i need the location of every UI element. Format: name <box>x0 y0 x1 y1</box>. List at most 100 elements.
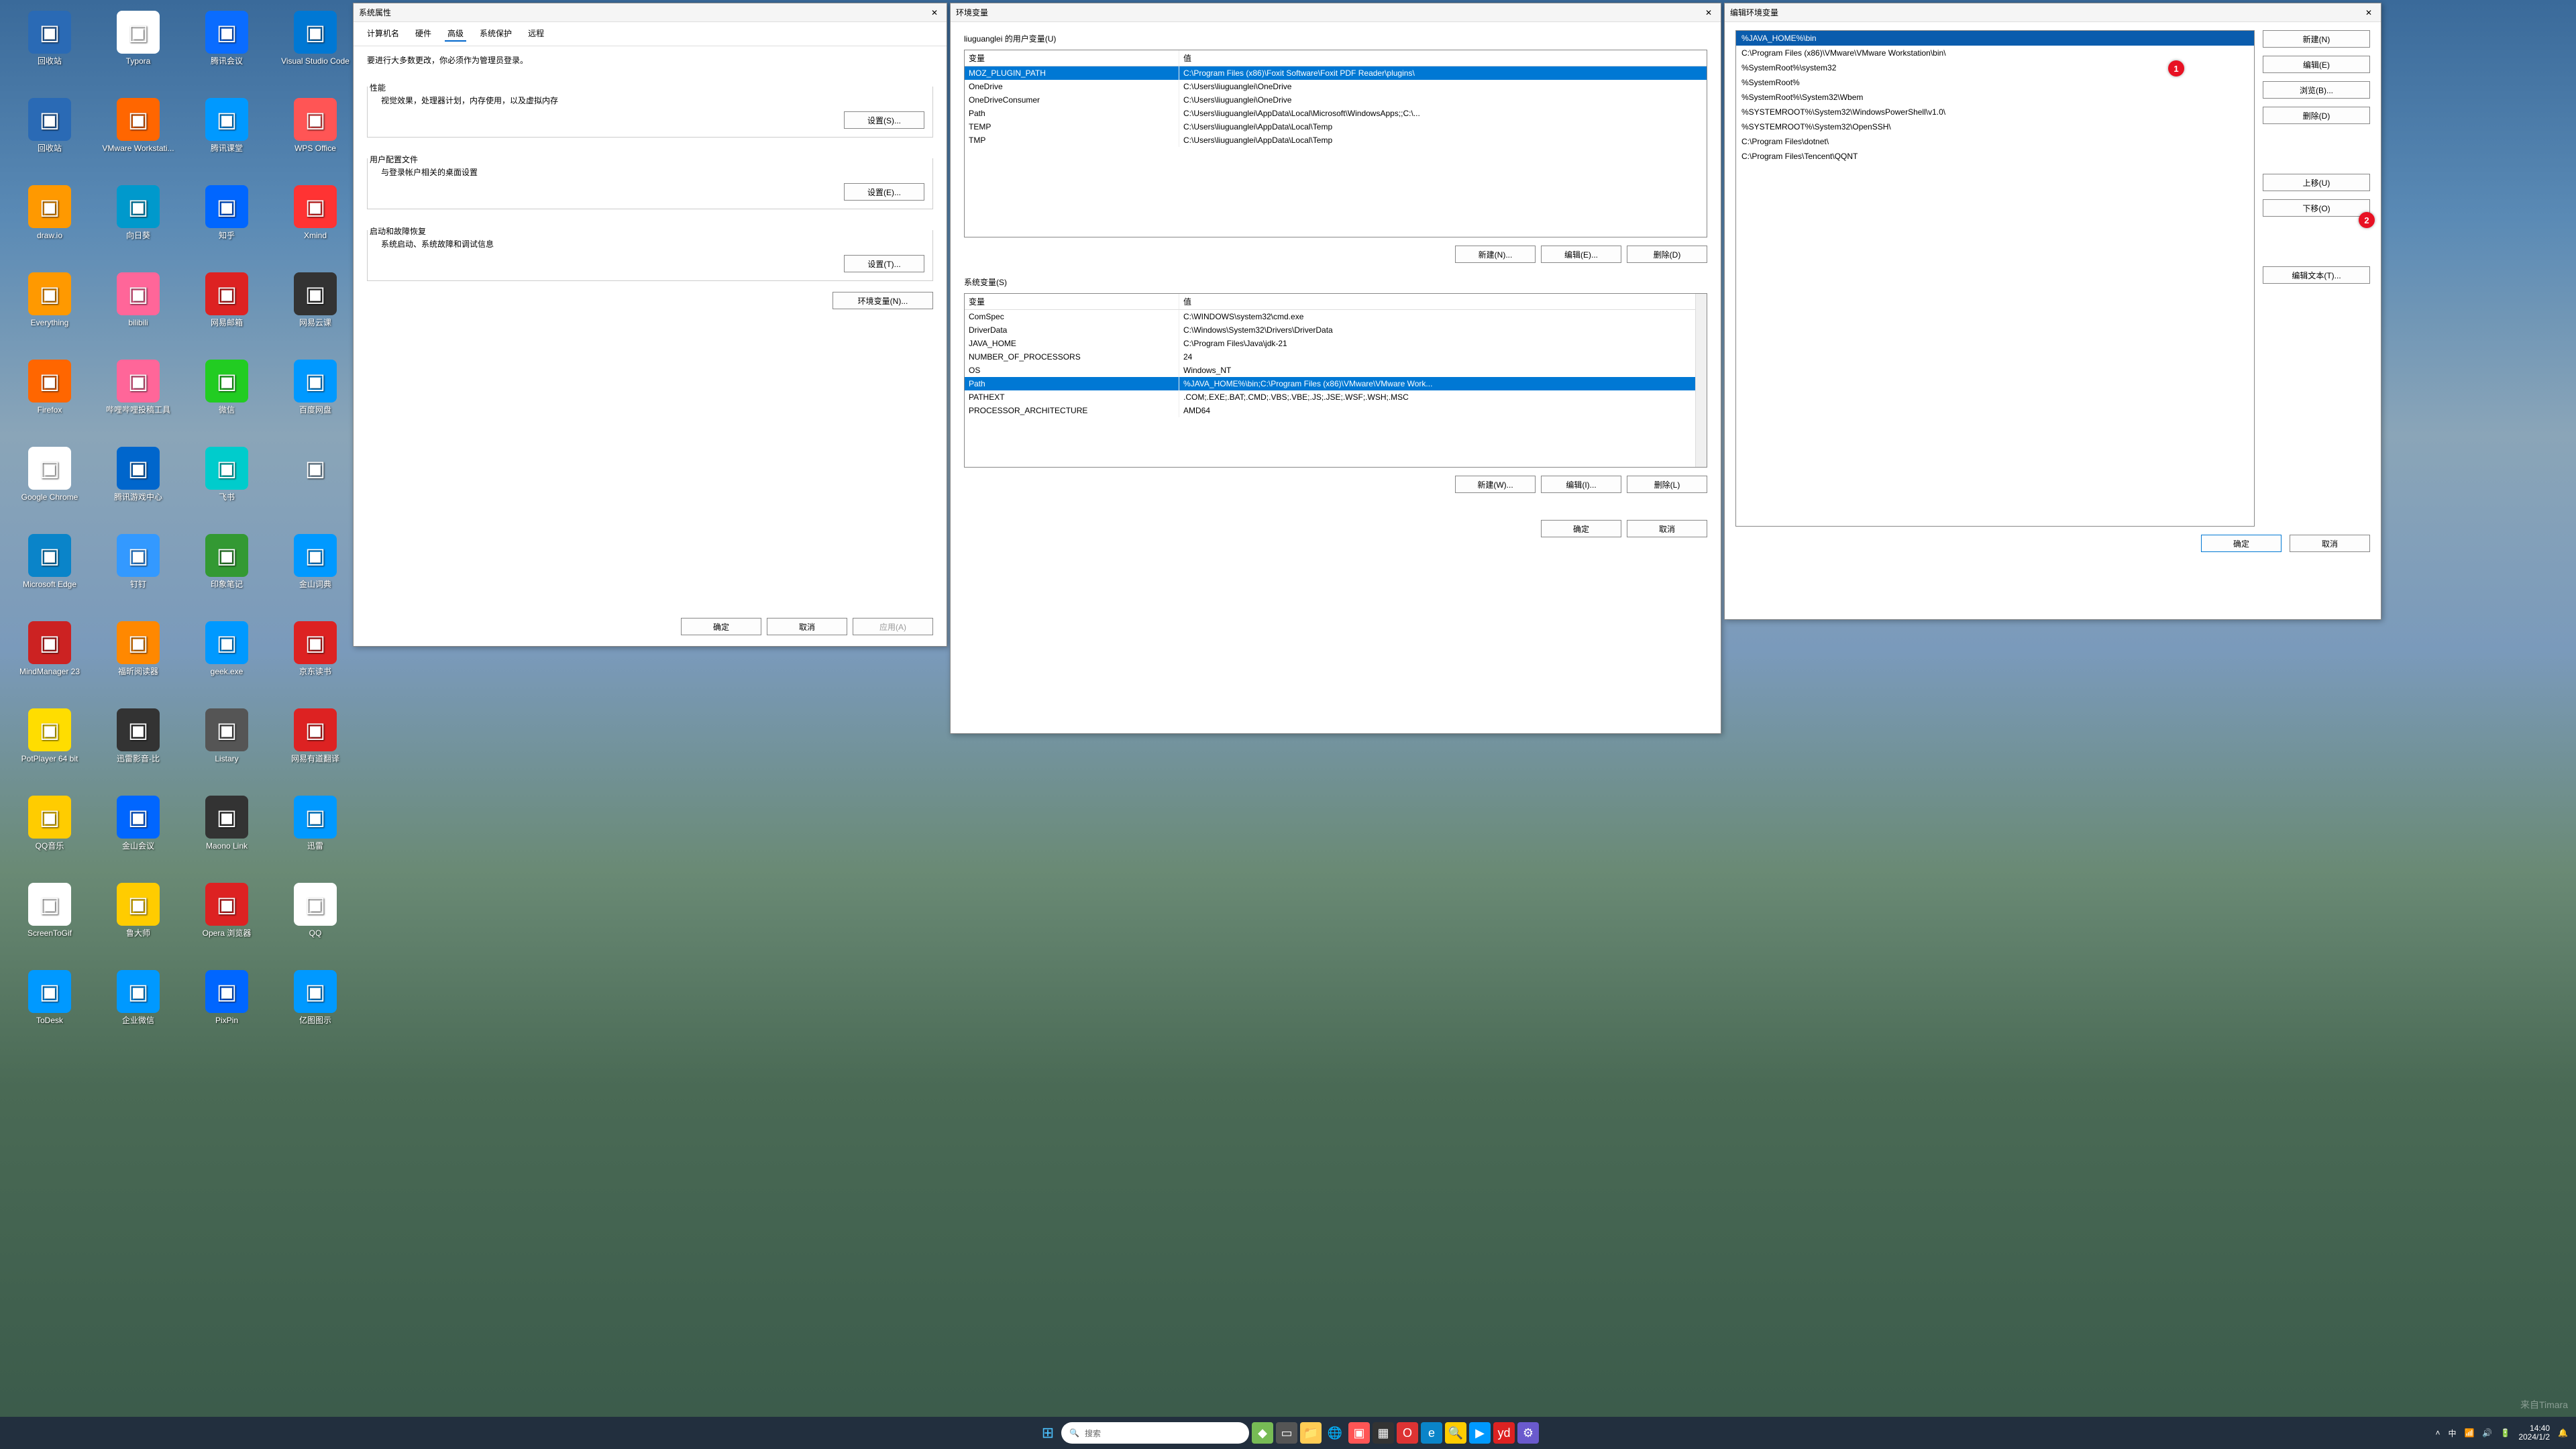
list-row[interactable]: OneDriveConsumerC:\Users\liuguanglei\One… <box>965 93 1707 107</box>
path-row[interactable]: %SystemRoot% <box>1736 75 2254 90</box>
clock[interactable]: 14:40 2024/1/2 <box>2518 1424 2550 1442</box>
desktop-icon[interactable]: ▣钉钉 <box>94 529 182 616</box>
desktop-icon[interactable]: ▣Visual Studio Code <box>271 5 360 93</box>
desktop-icon[interactable]: ▣Xmind <box>271 180 360 267</box>
desktop-icon[interactable]: ▣哔哩哔哩投稿工具 <box>94 354 182 441</box>
taskbar-app[interactable]: ◆ <box>1252 1422 1273 1444</box>
move-down-button[interactable]: 下移(O) <box>2263 199 2370 217</box>
desktop-icon[interactable]: ▣网易云课 <box>271 267 360 354</box>
taskbar-explorer[interactable]: 📁 <box>1300 1422 1322 1444</box>
list-row[interactable]: PathC:\Users\liuguanglei\AppData\Local\M… <box>965 107 1707 120</box>
desktop-icon[interactable]: ▣Firefox <box>5 354 94 441</box>
desktop-icon[interactable]: ▣draw.io <box>5 180 94 267</box>
desktop-icon[interactable]: ▣印象笔记 <box>182 529 271 616</box>
taskbar-app[interactable]: yd <box>1493 1422 1515 1444</box>
edit-text-button[interactable]: 编辑文本(T)... <box>2263 266 2370 284</box>
start-button[interactable]: ⊞ <box>1037 1422 1059 1444</box>
taskbar-edge[interactable]: e <box>1421 1422 1442 1444</box>
search-box[interactable]: 🔍 搜索 <box>1061 1422 1249 1444</box>
user-delete-button[interactable]: 删除(D) <box>1627 246 1707 263</box>
desktop-icon[interactable]: ▣网易有道翻译 <box>271 703 360 790</box>
scrollbar[interactable] <box>1695 294 1707 467</box>
tray-ime-icon[interactable]: 中 <box>2448 1428 2456 1439</box>
path-row[interactable]: %JAVA_HOME%\bin <box>1736 31 2254 46</box>
path-row[interactable]: C:\Program Files\Tencent\QQNT <box>1736 149 2254 164</box>
desktop-icon[interactable]: ▣金山会议 <box>94 790 182 877</box>
window-titlebar[interactable]: 系统属性 ✕ <box>354 3 947 22</box>
desktop-icon[interactable]: ▣回收站 <box>5 5 94 93</box>
desktop-icon[interactable]: ▣金山词典 <box>271 529 360 616</box>
close-icon[interactable]: ✕ <box>928 6 941 19</box>
desktop-icon[interactable]: ▣Typora <box>94 5 182 93</box>
env-vars-button[interactable]: 环境变量(N)... <box>833 292 933 309</box>
user-edit-button[interactable]: 编辑(E)... <box>1541 246 1621 263</box>
desktop-icon[interactable]: ▣鲁大师 <box>94 877 182 965</box>
desktop-icon[interactable]: ▣飞书 <box>182 441 271 529</box>
desktop-icon[interactable]: ▣百度网盘 <box>271 354 360 441</box>
list-row[interactable]: Path%JAVA_HOME%\bin;C:\Program Files (x8… <box>965 377 1695 390</box>
desktop-icon[interactable]: ▣腾讯课堂 <box>182 93 271 180</box>
perf-settings-button[interactable]: 设置(S)... <box>844 111 924 129</box>
list-row[interactable]: ComSpecC:\WINDOWS\system32\cmd.exe <box>965 310 1695 323</box>
desktop-icon[interactable]: ▣向日葵 <box>94 180 182 267</box>
desktop-icon[interactable]: ▣MindManager 23 <box>5 616 94 703</box>
desktop-icon[interactable]: ▣腾讯游戏中心 <box>94 441 182 529</box>
desktop-icon[interactable]: ▣网易邮箱 <box>182 267 271 354</box>
tray-volume-icon[interactable]: 🔊 <box>2482 1428 2492 1438</box>
desktop-icon[interactable]: ▣QQ音乐 <box>5 790 94 877</box>
path-row[interactable]: C:\Program Files (x86)\VMware\VMware Wor… <box>1736 46 2254 60</box>
desktop-icon[interactable]: ▣WPS Office <box>271 93 360 180</box>
desktop-icon[interactable]: ▣bilibili <box>94 267 182 354</box>
list-row[interactable]: DriverDataC:\Windows\System32\Drivers\Dr… <box>965 323 1695 337</box>
desktop-icon[interactable]: ▣腾讯会议 <box>182 5 271 93</box>
ok-button[interactable]: 确定 <box>2201 535 2282 552</box>
desktop-icon[interactable]: ▣京东读书 <box>271 616 360 703</box>
cancel-button[interactable]: 取消 <box>2290 535 2370 552</box>
desktop-icon[interactable]: ▣PixPin <box>182 965 271 1052</box>
desktop-icon[interactable]: ▣Everything <box>5 267 94 354</box>
tab-远程[interactable]: 远程 <box>525 26 547 42</box>
apply-button[interactable]: 应用(A) <box>853 618 933 635</box>
list-row[interactable]: OneDriveC:\Users\liuguanglei\OneDrive <box>965 80 1707 93</box>
list-row[interactable]: TEMPC:\Users\liuguanglei\AppData\Local\T… <box>965 120 1707 133</box>
user-new-button[interactable]: 新建(N)... <box>1455 246 1536 263</box>
desktop-icon[interactable]: ▣企业微信 <box>94 965 182 1052</box>
startup-settings-button[interactable]: 设置(T)... <box>844 255 924 272</box>
tab-高级[interactable]: 高级 <box>445 26 466 42</box>
tray-chevron-icon[interactable]: ˄ <box>2435 1428 2440 1438</box>
list-row[interactable]: PROCESSOR_ARCHITECTUREAMD64 <box>965 404 1695 417</box>
desktop-icon[interactable]: ▣Google Chrome <box>5 441 94 529</box>
desktop-icon[interactable]: ▣ToDesk <box>5 965 94 1052</box>
user-vars-list[interactable]: 变量值 MOZ_PLUGIN_PATHC:\Program Files (x86… <box>964 50 1707 237</box>
move-up-button[interactable]: 上移(U) <box>2263 174 2370 191</box>
path-row[interactable]: %SYSTEMROOT%\System32\WindowsPowerShell\… <box>1736 105 2254 119</box>
edit-button[interactable]: 编辑(E) <box>2263 56 2370 73</box>
desktop-icon[interactable]: ▣ScreenToGif <box>5 877 94 965</box>
desktop-icon[interactable]: ▣微信 <box>182 354 271 441</box>
desktop-icon[interactable]: ▣福昕阅读器 <box>94 616 182 703</box>
ok-button[interactable]: 确定 <box>681 618 761 635</box>
tray-battery-icon[interactable]: 🔋 <box>2500 1428 2510 1438</box>
desktop-icon[interactable]: ▣QQ <box>271 877 360 965</box>
profile-settings-button[interactable]: 设置(E)... <box>844 183 924 201</box>
taskbar-app[interactable]: ▶ <box>1469 1422 1491 1444</box>
desktop-icon[interactable]: ▣PotPlayer 64 bit <box>5 703 94 790</box>
sys-new-button[interactable]: 新建(W)... <box>1455 476 1536 493</box>
tab-系统保护[interactable]: 系统保护 <box>477 26 515 42</box>
taskbar-app[interactable]: ▣ <box>1348 1422 1370 1444</box>
desktop-icon[interactable]: ▣知乎 <box>182 180 271 267</box>
ok-button[interactable]: 确定 <box>1541 520 1621 537</box>
list-row[interactable]: NUMBER_OF_PROCESSORS24 <box>965 350 1695 364</box>
tray-wifi-icon[interactable]: 📶 <box>2464 1428 2474 1438</box>
path-row[interactable]: %SYSTEMROOT%\System32\OpenSSH\ <box>1736 119 2254 134</box>
desktop-icon[interactable]: ▣亿图图示 <box>271 965 360 1052</box>
taskbar-app[interactable]: O <box>1397 1422 1418 1444</box>
cancel-button[interactable]: 取消 <box>1627 520 1707 537</box>
desktop-icon[interactable]: ▣Microsoft Edge <box>5 529 94 616</box>
notification-icon[interactable]: 🔔 <box>2558 1428 2568 1438</box>
path-list[interactable]: %JAVA_HOME%\binC:\Program Files (x86)\VM… <box>1735 30 2255 527</box>
desktop-icon[interactable]: ▣迅雷影音-比 <box>94 703 182 790</box>
sys-vars-list[interactable]: 变量值 ComSpecC:\WINDOWS\system32\cmd.exeDr… <box>964 293 1707 468</box>
taskbar-app[interactable]: 🔍 <box>1445 1422 1466 1444</box>
window-titlebar[interactable]: 编辑环境变量 ✕ <box>1725 3 2381 22</box>
